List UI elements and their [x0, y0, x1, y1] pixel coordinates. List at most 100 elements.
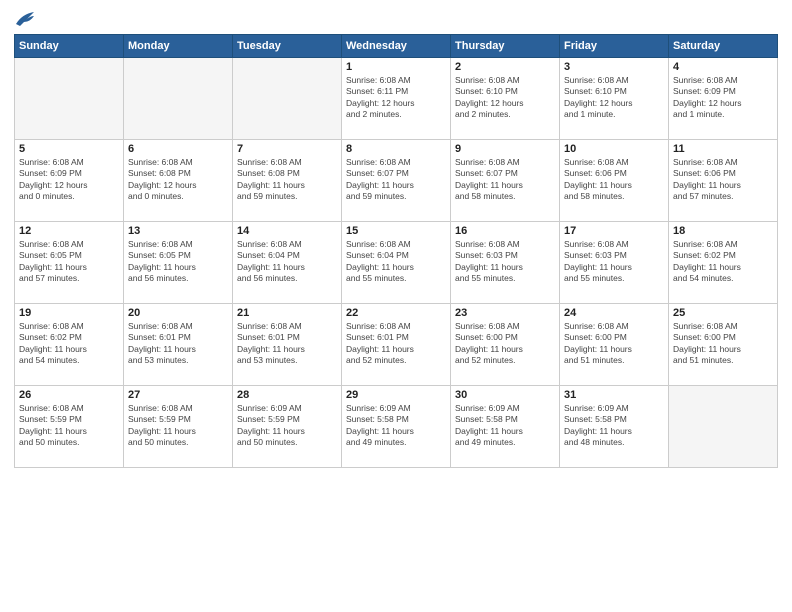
- day-number: 17: [564, 225, 664, 237]
- day-number: 25: [673, 307, 773, 319]
- header-day-wednesday: Wednesday: [342, 35, 451, 58]
- day-number: 22: [346, 307, 446, 319]
- day-info: Sunrise: 6:08 AM Sunset: 6:00 PM Dayligh…: [455, 321, 555, 367]
- calendar-cell: 26 Sunrise: 6:08 AM Sunset: 5:59 PM Dayli…: [15, 386, 124, 468]
- day-number: 5: [19, 143, 119, 155]
- calendar-cell: 7 Sunrise: 6:08 AM Sunset: 6:08 PM Daylig…: [233, 140, 342, 222]
- calendar-cell: 10 Sunrise: 6:08 AM Sunset: 6:06 PM Dayli…: [560, 140, 669, 222]
- day-info: Sunrise: 6:09 AM Sunset: 5:58 PM Dayligh…: [346, 403, 446, 449]
- calendar-cell: 21 Sunrise: 6:08 AM Sunset: 6:01 PM Dayli…: [233, 304, 342, 386]
- day-number: 3: [564, 61, 664, 73]
- day-info: Sunrise: 6:08 AM Sunset: 6:03 PM Dayligh…: [455, 239, 555, 285]
- week-row-2: 12 Sunrise: 6:08 AM Sunset: 6:05 PM Dayli…: [15, 222, 778, 304]
- week-row-4: 26 Sunrise: 6:08 AM Sunset: 5:59 PM Dayli…: [15, 386, 778, 468]
- calendar-cell: 12 Sunrise: 6:08 AM Sunset: 6:05 PM Dayli…: [15, 222, 124, 304]
- calendar-cell: [669, 386, 778, 468]
- day-info: Sunrise: 6:08 AM Sunset: 6:05 PM Dayligh…: [128, 239, 228, 285]
- day-info: Sunrise: 6:08 AM Sunset: 6:04 PM Dayligh…: [346, 239, 446, 285]
- day-info: Sunrise: 6:08 AM Sunset: 6:00 PM Dayligh…: [673, 321, 773, 367]
- header-day-friday: Friday: [560, 35, 669, 58]
- day-number: 9: [455, 143, 555, 155]
- day-number: 24: [564, 307, 664, 319]
- calendar-cell: 28 Sunrise: 6:09 AM Sunset: 5:59 PM Dayli…: [233, 386, 342, 468]
- calendar-cell: 29 Sunrise: 6:09 AM Sunset: 5:58 PM Dayli…: [342, 386, 451, 468]
- header-row: SundayMondayTuesdayWednesdayThursdayFrid…: [15, 35, 778, 58]
- day-info: Sunrise: 6:08 AM Sunset: 6:09 PM Dayligh…: [19, 157, 119, 203]
- calendar-cell: 17Sunrise: 6:08 AM Sunset: 6:03 PM Dayli…: [560, 222, 669, 304]
- day-info: Sunrise: 6:08 AM Sunset: 6:10 PM Dayligh…: [564, 75, 664, 121]
- calendar-cell: 19 Sunrise: 6:08 AM Sunset: 6:02 PM Dayli…: [15, 304, 124, 386]
- day-info: Sunrise: 6:09 AM Sunset: 5:59 PM Dayligh…: [237, 403, 337, 449]
- calendar-cell: 15 Sunrise: 6:08 AM Sunset: 6:04 PM Dayli…: [342, 222, 451, 304]
- week-row-1: 5 Sunrise: 6:08 AM Sunset: 6:09 PM Daylig…: [15, 140, 778, 222]
- day-info: Sunrise: 6:08 AM Sunset: 6:08 PM Dayligh…: [237, 157, 337, 203]
- day-number: 18: [673, 225, 773, 237]
- calendar-cell: 27Sunrise: 6:08 AM Sunset: 5:59 PM Dayli…: [124, 386, 233, 468]
- day-number: 10: [564, 143, 664, 155]
- day-number: 4: [673, 61, 773, 73]
- calendar-cell: [124, 58, 233, 140]
- day-number: 20: [128, 307, 228, 319]
- day-number: 16: [455, 225, 555, 237]
- day-number: 30: [455, 389, 555, 401]
- day-number: 28: [237, 389, 337, 401]
- day-number: 19: [19, 307, 119, 319]
- calendar-cell: 1Sunrise: 6:08 AM Sunset: 6:11 PM Daylig…: [342, 58, 451, 140]
- calendar-cell: 11 Sunrise: 6:08 AM Sunset: 6:06 PM Dayli…: [669, 140, 778, 222]
- day-info: Sunrise: 6:08 AM Sunset: 6:10 PM Dayligh…: [455, 75, 555, 121]
- calendar-cell: 30Sunrise: 6:09 AM Sunset: 5:58 PM Dayli…: [451, 386, 560, 468]
- day-info: Sunrise: 6:08 AM Sunset: 6:04 PM Dayligh…: [237, 239, 337, 285]
- day-info: Sunrise: 6:08 AM Sunset: 6:02 PM Dayligh…: [19, 321, 119, 367]
- calendar-cell: 20Sunrise: 6:08 AM Sunset: 6:01 PM Dayli…: [124, 304, 233, 386]
- day-number: 12: [19, 225, 119, 237]
- calendar-cell: 13 Sunrise: 6:08 AM Sunset: 6:05 PM Dayli…: [124, 222, 233, 304]
- calendar-cell: 24 Sunrise: 6:08 AM Sunset: 6:00 PM Dayli…: [560, 304, 669, 386]
- week-row-0: 1Sunrise: 6:08 AM Sunset: 6:11 PM Daylig…: [15, 58, 778, 140]
- header-day-saturday: Saturday: [669, 35, 778, 58]
- day-number: 14: [237, 225, 337, 237]
- day-number: 27: [128, 389, 228, 401]
- calendar-table: SundayMondayTuesdayWednesdayThursdayFrid…: [14, 34, 778, 468]
- calendar-cell: 5 Sunrise: 6:08 AM Sunset: 6:09 PM Daylig…: [15, 140, 124, 222]
- day-info: Sunrise: 6:08 AM Sunset: 6:00 PM Dayligh…: [564, 321, 664, 367]
- day-number: 13: [128, 225, 228, 237]
- calendar-cell: 4 Sunrise: 6:08 AM Sunset: 6:09 PM Daylig…: [669, 58, 778, 140]
- day-number: 11: [673, 143, 773, 155]
- day-number: 6: [128, 143, 228, 155]
- day-number: 2: [455, 61, 555, 73]
- header: [14, 10, 778, 28]
- logo-bird-icon: [14, 10, 36, 28]
- logo: [14, 10, 36, 28]
- calendar-cell: 3 Sunrise: 6:08 AM Sunset: 6:10 PM Daylig…: [560, 58, 669, 140]
- day-info: Sunrise: 6:08 AM Sunset: 5:59 PM Dayligh…: [19, 403, 119, 449]
- day-info: Sunrise: 6:09 AM Sunset: 5:58 PM Dayligh…: [564, 403, 664, 449]
- day-number: 31: [564, 389, 664, 401]
- day-info: Sunrise: 6:08 AM Sunset: 6:09 PM Dayligh…: [673, 75, 773, 121]
- calendar-cell: [15, 58, 124, 140]
- calendar-cell: 8Sunrise: 6:08 AM Sunset: 6:07 PM Daylig…: [342, 140, 451, 222]
- day-info: Sunrise: 6:08 AM Sunset: 6:05 PM Dayligh…: [19, 239, 119, 285]
- calendar-cell: 6 Sunrise: 6:08 AM Sunset: 6:08 PM Daylig…: [124, 140, 233, 222]
- header-day-thursday: Thursday: [451, 35, 560, 58]
- calendar-cell: 2 Sunrise: 6:08 AM Sunset: 6:10 PM Daylig…: [451, 58, 560, 140]
- week-row-3: 19 Sunrise: 6:08 AM Sunset: 6:02 PM Dayli…: [15, 304, 778, 386]
- day-number: 23: [455, 307, 555, 319]
- day-number: 15: [346, 225, 446, 237]
- day-info: Sunrise: 6:08 AM Sunset: 6:02 PM Dayligh…: [673, 239, 773, 285]
- day-number: 29: [346, 389, 446, 401]
- calendar-cell: 23 Sunrise: 6:08 AM Sunset: 6:00 PM Dayli…: [451, 304, 560, 386]
- day-number: 21: [237, 307, 337, 319]
- calendar-cell: 9 Sunrise: 6:08 AM Sunset: 6:07 PM Daylig…: [451, 140, 560, 222]
- page: SundayMondayTuesdayWednesdayThursdayFrid…: [0, 0, 792, 612]
- day-info: Sunrise: 6:08 AM Sunset: 6:08 PM Dayligh…: [128, 157, 228, 203]
- day-info: Sunrise: 6:08 AM Sunset: 6:01 PM Dayligh…: [346, 321, 446, 367]
- calendar-cell: 31 Sunrise: 6:09 AM Sunset: 5:58 PM Dayli…: [560, 386, 669, 468]
- day-info: Sunrise: 6:08 AM Sunset: 6:06 PM Dayligh…: [673, 157, 773, 203]
- day-info: Sunrise: 6:08 AM Sunset: 6:07 PM Dayligh…: [455, 157, 555, 203]
- day-info: Sunrise: 6:08 AM Sunset: 6:01 PM Dayligh…: [237, 321, 337, 367]
- header-day-monday: Monday: [124, 35, 233, 58]
- header-day-tuesday: Tuesday: [233, 35, 342, 58]
- day-number: 26: [19, 389, 119, 401]
- day-number: 7: [237, 143, 337, 155]
- day-info: Sunrise: 6:08 AM Sunset: 6:06 PM Dayligh…: [564, 157, 664, 203]
